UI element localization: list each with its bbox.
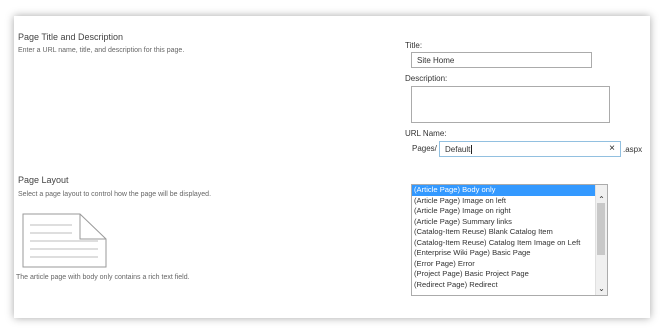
clear-icon[interactable]: × (609, 142, 615, 155)
listbox-scrollbar[interactable]: ⌃ ⌄ (595, 185, 607, 295)
title-input-value: Site Home (417, 55, 455, 65)
section-description-page-title: Enter a URL name, title, and description… (18, 47, 185, 54)
url-suffix: .aspx (623, 145, 643, 154)
layout-option[interactable]: (Article Page) Summary links (412, 217, 607, 228)
description-label: Description: (405, 74, 448, 83)
scroll-down-arrow-icon[interactable]: ⌄ (596, 284, 607, 294)
url-prefix: Pages/ (412, 144, 437, 153)
layout-preview-caption: The article page with body only contains… (16, 274, 190, 281)
url-name-label: URL Name: (405, 129, 447, 138)
page-layout-listbox[interactable]: (Article Page) Body only (Article Page) I… (411, 184, 608, 296)
layout-option[interactable]: (Error Page) Error (412, 259, 607, 270)
layout-option[interactable]: (Article Page) Body only (412, 185, 607, 196)
page-layout-preview-icon (22, 213, 107, 268)
section-description-page-layout: Select a page layout to control how the … (18, 191, 212, 198)
url-name-value: Default (445, 144, 471, 154)
url-name-input[interactable]: Default × (439, 141, 621, 157)
section-title-page-layout: Page Layout (18, 175, 69, 185)
layout-option[interactable]: (Article Page) Image on right (412, 206, 607, 217)
title-label: Title: (405, 41, 423, 50)
description-textarea[interactable] (411, 86, 610, 123)
layout-option[interactable]: (Enterprise Wiki Page) Basic Page (412, 248, 607, 259)
text-cursor (471, 144, 473, 154)
section-title-page-title: Page Title and Description (18, 32, 124, 42)
create-page-panel: Page Title and Description Enter a URL n… (14, 16, 650, 318)
layout-option[interactable]: (Catalog-Item Reuse) Catalog Item Image … (412, 238, 607, 249)
page-layout-options: (Article Page) Body only (Article Page) I… (412, 185, 607, 290)
layout-option[interactable]: (Article Page) Image on left (412, 196, 607, 207)
layout-option[interactable]: (Project Page) Basic Project Page (412, 269, 607, 280)
scrollbar-thumb[interactable] (597, 203, 605, 255)
layout-option[interactable]: (Redirect Page) Redirect (412, 280, 607, 291)
title-input[interactable]: Site Home (411, 52, 592, 68)
layout-option[interactable]: (Catalog-Item Reuse) Blank Catalog Item (412, 227, 607, 238)
